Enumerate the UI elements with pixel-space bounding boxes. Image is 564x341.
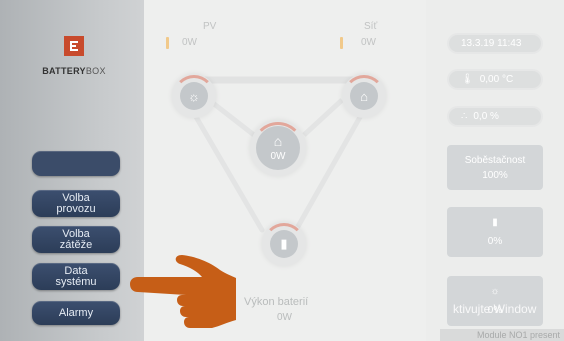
humidity-text: 0,0 % [473,111,499,122]
grid-value: 0W [361,37,376,48]
grid-bolt-icon [340,37,343,49]
sidebar: BATTERYBOX Volba provozu Volba zátěže Da… [0,0,144,341]
grid-label: Síť [364,21,378,32]
temperature-text: 0,00 °C [479,74,514,85]
module-status-note: Module NO1 present [440,329,564,341]
pv-card: ☼ 0% [447,276,543,326]
alarms-label: Alarmy [58,306,94,319]
sun-panel-icon: ☼ [180,82,208,110]
battery-power-label: Výkon baterií [244,296,309,308]
pv-value: 0W [182,37,197,48]
activation-watermark: ktivujte Window [453,302,537,316]
alarms-button[interactable]: Alarmy [32,301,120,325]
pv-bolt-icon [166,37,169,49]
house-value: 0W [270,151,286,162]
thermometer-icon: 🌡 [461,74,474,85]
house-icon: ⌂ [273,133,283,149]
sidebar-button-blank[interactable] [32,151,120,176]
battery-node[interactable]: ▮ [262,222,306,266]
grid-node[interactable]: ⌂ [342,74,386,118]
load-selection-label: Volba zátěže [59,227,93,251]
temperature-display: 🌡 0,00 °C [447,69,543,90]
operation-mode-button[interactable]: Volba provozu [32,190,120,217]
self-sufficiency-card: Soběstačnost 100% [447,145,543,190]
droplets-icon: ∴ [461,111,468,122]
battery-icon: ▮ [270,230,298,258]
pv-node[interactable]: ☼ [172,74,216,118]
house-node[interactable]: ⌂ 0W [250,120,306,176]
operation-mode-label: Volba provozu [56,191,96,215]
battery-power-value: 0W [277,312,292,323]
pointing-hand-icon [130,255,236,328]
battery-card-value: 0% [487,236,503,247]
load-selection-button[interactable]: Volba zátěže [32,226,120,253]
system-data-label: Data systému [55,264,97,288]
house-circle: ⌂ 0W [256,126,300,170]
pylon-icon: ⌂ [350,82,378,110]
pv-card-icon: ☼ [490,286,500,297]
system-data-button[interactable]: Data systému [32,263,120,290]
humidity-display: ∴ 0,0 % [447,106,543,127]
batterybox-logo-icon [64,36,84,56]
brand-logo-text: BATTERYBOX [42,66,106,76]
pv-label: PV [203,21,217,32]
self-sufficiency-value: 100% [482,169,508,181]
datetime-display: 13.3.19 11:43 [447,33,543,54]
self-sufficiency-label: Soběstačnost [464,154,526,166]
battery-card-icon: ▮ [492,217,498,228]
battery-card: ▮ 0% [447,207,543,257]
datetime-text: 13.3.19 11:43 [461,38,522,49]
